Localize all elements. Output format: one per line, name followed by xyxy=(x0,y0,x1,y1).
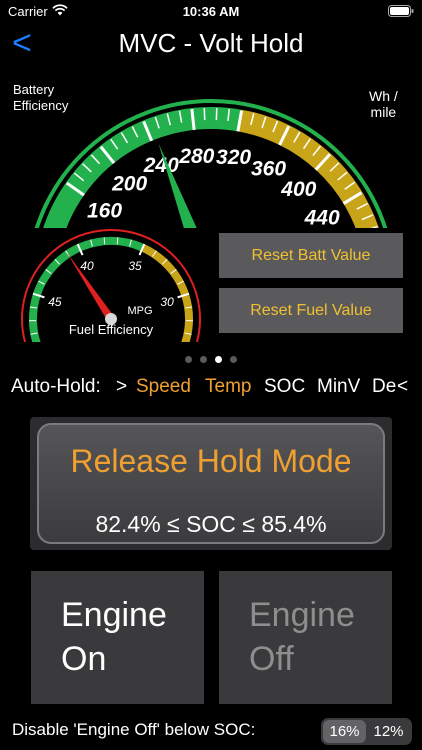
hold-mode-panel: Release Hold Mode 82.4% ≤ SOC ≤ 85.4% xyxy=(30,417,392,550)
disable-engine-off-label: Disable 'Engine Off' below SOC: xyxy=(12,720,256,739)
auto-hold-option-minv[interactable]: MinV xyxy=(317,376,360,398)
reset-fuel-button[interactable]: Reset Fuel Value xyxy=(219,288,403,333)
battery-gauge-tick-label: 280 xyxy=(178,145,214,168)
navigation-bar: < MVC - Volt Hold xyxy=(0,22,422,66)
release-hold-mode-button[interactable]: Release Hold Mode 82.4% ≤ SOC ≤ 85.4% xyxy=(37,423,385,544)
soc-threshold-segmented-control[interactable]: 16% 12% xyxy=(321,718,412,745)
engine-on-line-1: Engine xyxy=(61,596,167,634)
fuel-gauge-tick-label: 45 xyxy=(48,295,62,309)
page-title: MVC - Volt Hold xyxy=(118,28,304,58)
engine-off-line-1: Engine xyxy=(249,596,355,634)
auto-hold-row: Auto-Hold: > Speed Temp SOC MinV De < xyxy=(0,374,422,400)
reset-batt-button[interactable]: Reset Batt Value xyxy=(219,233,403,278)
soc-option-16[interactable]: 16% xyxy=(323,720,366,743)
engine-off-line-2: Off xyxy=(249,640,294,678)
page-dot[interactable] xyxy=(200,356,207,363)
fuel-gauge-tick xyxy=(103,237,106,245)
soc-option-12[interactable]: 12% xyxy=(367,720,410,743)
engine-off-button[interactable]: Engine Off xyxy=(219,571,392,704)
battery-gauge-tick-label: 240 xyxy=(143,154,179,177)
auto-hold-label: Auto-Hold: xyxy=(11,376,101,397)
fuel-gauge-tick-label: 30 xyxy=(160,295,174,309)
auto-hold-option-de[interactable]: De xyxy=(372,376,396,398)
page-dot[interactable] xyxy=(185,356,192,363)
fuel-gauge-tick-label: 35 xyxy=(128,259,142,273)
status-bar: Carrier 10:36 AM xyxy=(0,0,422,22)
clock: 10:36 AM xyxy=(182,4,240,19)
auto-hold-option-soc[interactable]: SOC xyxy=(264,376,305,398)
battery-icon xyxy=(388,5,414,17)
mile-label-line: mile xyxy=(370,104,397,120)
efficiency-label-line: Efficiency xyxy=(13,98,69,113)
auto-hold-option-temp[interactable]: Temp xyxy=(205,376,251,398)
fuel-gauge-tick xyxy=(116,237,119,245)
engine-on-line-2: On xyxy=(61,640,107,678)
hold-mode-title: Release Hold Mode xyxy=(70,443,352,479)
battery-gauge-tick-label: 400 xyxy=(280,178,316,201)
wh-label-line: Wh / xyxy=(369,88,398,104)
scroll-right-arrow[interactable]: > xyxy=(116,376,127,398)
battery-label-line: Battery xyxy=(13,82,55,97)
fuel-gauge-tick-label: 40 xyxy=(80,259,94,273)
page-indicator[interactable] xyxy=(0,350,422,368)
engine-on-button[interactable]: Engine On xyxy=(31,571,204,704)
battery-gauge-tick-label: 320 xyxy=(216,146,251,169)
battery-gauge-tick-label: 200 xyxy=(111,173,147,196)
battery-gauge-tick-label: 440 xyxy=(304,207,340,230)
fuel-efficiency-label: Fuel Efficiency xyxy=(69,322,154,337)
scroll-left-arrow[interactable]: < xyxy=(397,376,408,398)
page-dot[interactable] xyxy=(230,356,237,363)
battery-efficiency-label: Battery Efficiency xyxy=(13,82,68,114)
battery-gauge-tick-label: 160 xyxy=(87,199,122,222)
page-dot[interactable] xyxy=(215,356,222,363)
wh-per-mile-label: Wh / mile xyxy=(369,88,398,120)
soc-range: 82.4% ≤ SOC ≤ 85.4% xyxy=(95,511,327,537)
battery-gauge-tick-label: 360 xyxy=(251,157,286,180)
fuel-gauge-unit-label: MPG xyxy=(127,305,152,317)
auto-hold-option-speed[interactable]: Speed xyxy=(136,376,191,398)
